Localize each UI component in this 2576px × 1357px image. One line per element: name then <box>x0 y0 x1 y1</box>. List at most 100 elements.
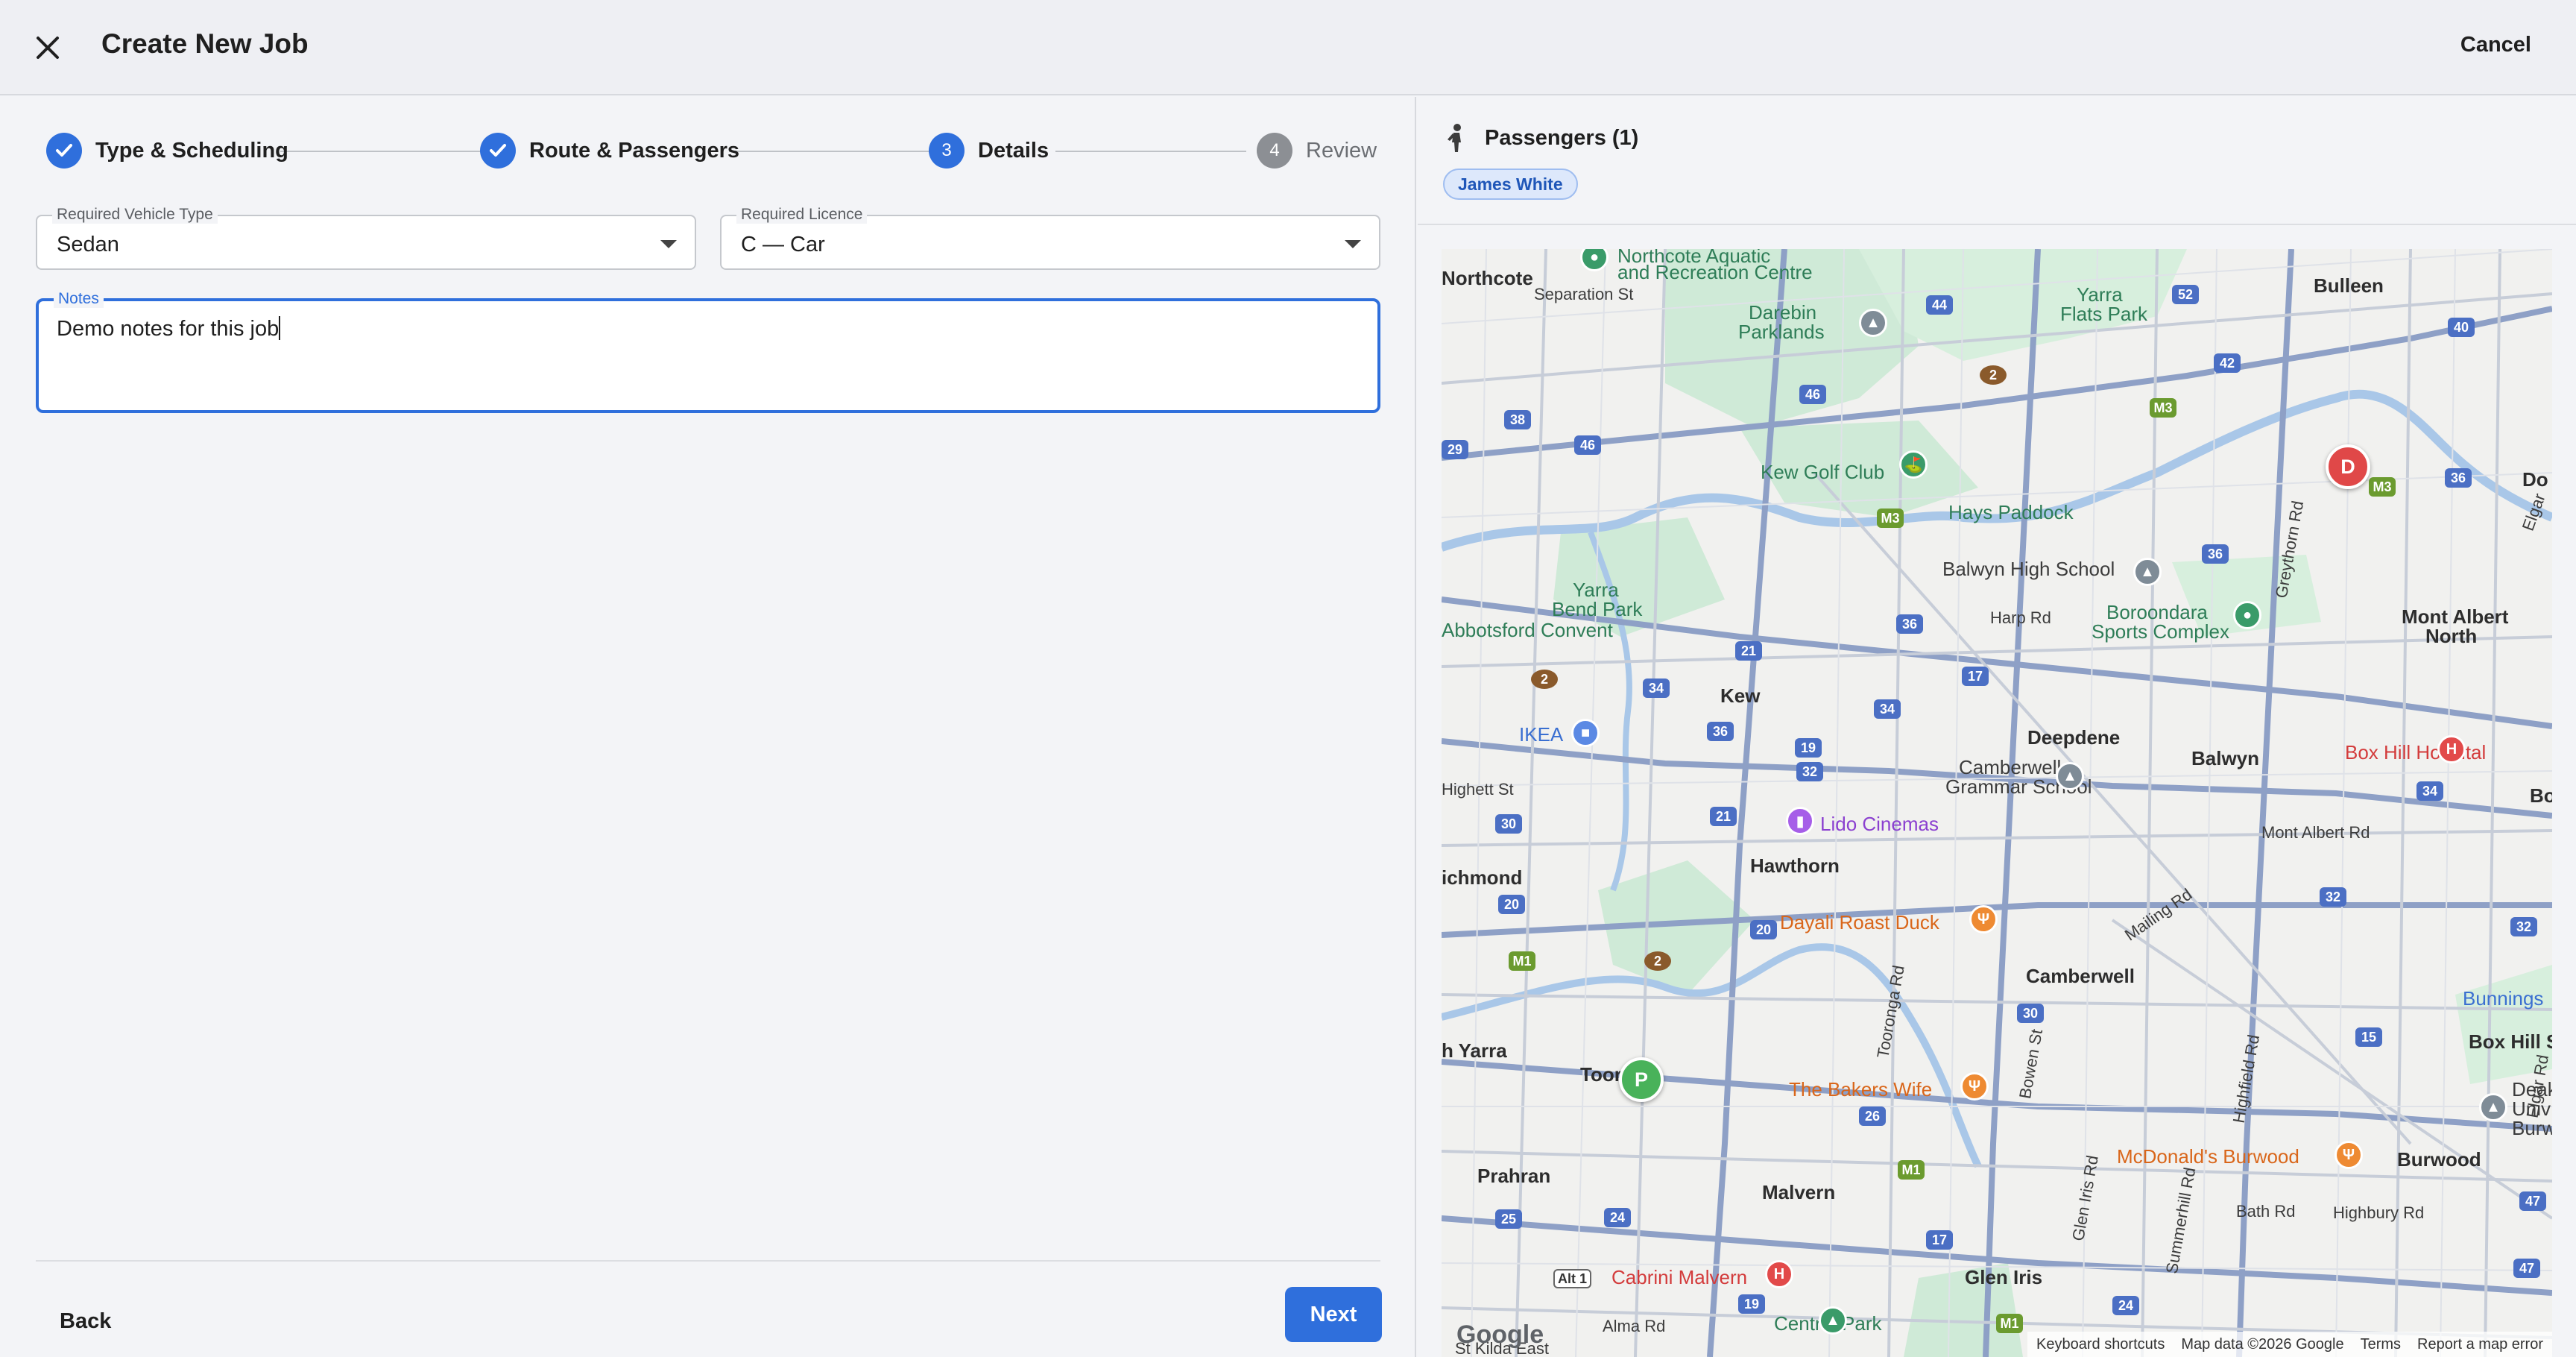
route-shield: M1 <box>1996 1314 2023 1333</box>
park-icon: ● <box>2233 601 2261 629</box>
route-shield: M3 <box>1877 509 1904 528</box>
map-label: Hays Paddock <box>1948 501 2074 523</box>
map-label: and Recreation Centre <box>1617 261 1813 283</box>
park-icon: ▲ <box>1819 1306 1847 1335</box>
step-label: Details <box>978 138 1049 163</box>
shopping-icon: ■ <box>1571 719 1600 747</box>
map-label: Lido Cinemas <box>1820 813 1939 835</box>
passengers-title: Passengers (1) <box>1485 125 1639 150</box>
map-label: Bunnings <box>2463 987 2544 1010</box>
route-shield: 38 <box>1504 410 1531 429</box>
route-shield: 24 <box>1604 1208 1631 1227</box>
chevron-down-icon <box>1345 240 1361 248</box>
route-shield: 21 <box>1735 641 1762 661</box>
google-logo: Google <box>1456 1320 1544 1349</box>
step-type-scheduling[interactable]: Type & Scheduling <box>46 130 288 171</box>
route-shield: 21 <box>1710 807 1737 826</box>
map-label: Bend Park <box>1552 598 1643 620</box>
route-shield: 30 <box>1495 814 1522 834</box>
map-label: IKEA <box>1519 723 1564 746</box>
map-label: McDonald's Burwood <box>2117 1145 2299 1168</box>
route-shield: 47 <box>2519 1191 2546 1211</box>
map-label: Dayali Roast Duck <box>1780 911 1939 933</box>
cancel-button[interactable]: Cancel <box>2460 33 2531 57</box>
route-shield: M3 <box>2150 398 2176 418</box>
map-label: h Yarra <box>1442 1039 1507 1062</box>
hospital-icon: H <box>1765 1260 1793 1288</box>
map-base <box>1442 249 2552 1357</box>
route-shield: 30 <box>2017 1004 2044 1023</box>
restaurant-icon: Ψ <box>1960 1072 1989 1101</box>
map-label: Highett St <box>1442 780 1514 799</box>
step-number: 3 <box>929 133 965 169</box>
step-connector <box>1055 151 1246 152</box>
top-bar: Create New Job Cancel <box>0 0 2576 95</box>
divider <box>1418 224 2576 225</box>
keyboard-shortcuts-link[interactable]: Keyboard shortcuts <box>2036 1336 2165 1353</box>
step-details[interactable]: 3 Details <box>929 130 1049 171</box>
back-button[interactable]: Back <box>45 1300 126 1343</box>
route-shield: 40 <box>2448 318 2475 337</box>
field-label: Required Vehicle Type <box>52 206 218 224</box>
destination-pin[interactable]: D <box>2326 444 2370 489</box>
close-button[interactable] <box>27 27 69 69</box>
notes-field[interactable]: Notes Demo notes for this job <box>36 290 1380 413</box>
step-review[interactable]: 4 Review <box>1257 130 1377 171</box>
route-shield: 2 <box>1980 365 2007 385</box>
report-error-link[interactable]: Report a map error <box>2417 1336 2543 1353</box>
map-label: Balwyn <box>2191 747 2260 769</box>
next-button[interactable]: Next <box>1285 1287 1382 1342</box>
map-label: Northcote <box>1442 267 1533 289</box>
route-shield: 2 <box>1531 670 1558 689</box>
step-number: 4 <box>1257 133 1292 169</box>
route-shield: 19 <box>1738 1294 1765 1314</box>
field-label: Notes <box>54 290 104 308</box>
route-shield: 34 <box>1874 699 1901 719</box>
map-label: Hawthorn <box>1750 854 1840 877</box>
route-shield: 29 <box>1442 440 1468 459</box>
map-label: Do <box>2522 468 2548 491</box>
map-label: Bulleen <box>2314 274 2384 297</box>
route-shield: 36 <box>1896 614 1923 634</box>
step-route-passengers[interactable]: Route & Passengers <box>480 130 739 171</box>
page-title: Create New Job <box>101 28 309 59</box>
vehicle-type-select[interactable]: Required Vehicle Type Sedan <box>36 206 696 270</box>
map-label: North <box>2425 625 2478 647</box>
passenger-chip[interactable]: James White <box>1443 169 1578 200</box>
step-connector <box>729 151 963 152</box>
map-label: Separation St <box>1534 285 1634 303</box>
map-label: Box Hill S <box>2469 1030 2552 1053</box>
pickup-pin[interactable]: P <box>1619 1057 1664 1102</box>
route-shield: 19 <box>1795 738 1822 758</box>
map-footer: Keyboard shortcuts Map data ©2026 Google… <box>2027 1332 2552 1357</box>
route-shield: M3 <box>2369 477 2396 497</box>
licence-select[interactable]: Required Licence C — Car <box>720 206 1380 270</box>
route-shield: 20 <box>1750 920 1777 939</box>
preview-panel: Passengers (1) James White Northcote Nor… <box>1418 97 2576 1357</box>
map-label: Abbotsford Convent <box>1442 619 1613 641</box>
notes-input[interactable]: Demo notes for this job <box>57 316 1354 391</box>
route-shield: 32 <box>2510 917 2537 936</box>
form-panel: Type & Scheduling Route & Passengers 3 D… <box>0 97 1416 1357</box>
route-map[interactable]: Northcote Northcote Aquatic and Recreati… <box>1442 249 2552 1357</box>
map-label: ichmond <box>1442 866 1523 889</box>
map-label: Deepdene <box>2027 726 2121 749</box>
map-label: Camberwell <box>2026 965 2135 987</box>
route-shield: 42 <box>2214 353 2241 373</box>
route-shield: 52 <box>2172 285 2199 304</box>
route-shield: 36 <box>2202 544 2229 564</box>
school-icon: ▲ <box>2133 558 2162 586</box>
map-label: Malvern <box>1762 1181 1836 1203</box>
map-label: Bath Rd <box>2236 1202 2296 1221</box>
map-label: Kew Golf Club <box>1761 461 1885 483</box>
field-value: Sedan <box>57 233 119 256</box>
map-label: Kew <box>1720 684 1761 707</box>
map-label: Glen Iris <box>1965 1266 2043 1288</box>
terms-link[interactable]: Terms <box>2361 1336 2401 1353</box>
route-shield: 34 <box>1643 678 1670 698</box>
map-label: Burw <box>2512 1117 2552 1139</box>
route-shield: 44 <box>1926 295 1953 315</box>
map-label: Highbury Rd <box>2333 1203 2425 1222</box>
map-label: Burwood <box>2397 1148 2481 1171</box>
restaurant-icon: Ψ <box>1969 905 1998 933</box>
